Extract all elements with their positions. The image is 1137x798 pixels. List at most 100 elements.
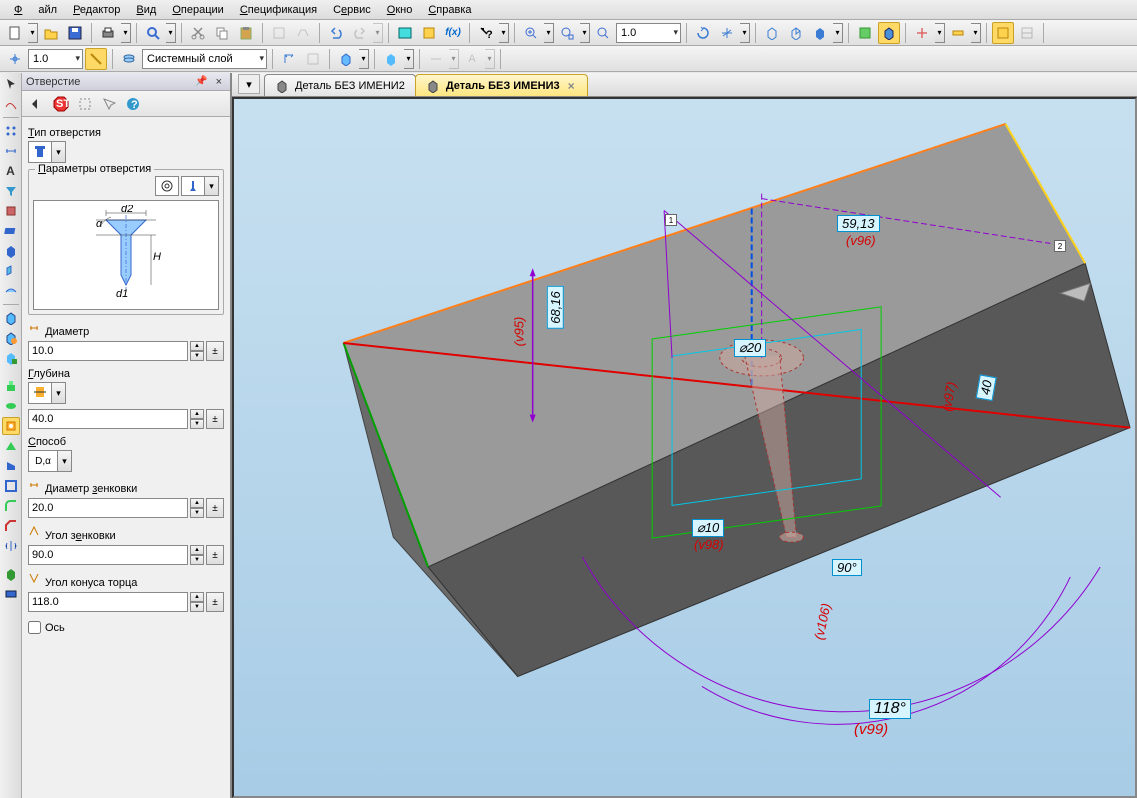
panel-help-button[interactable]: ? xyxy=(122,93,144,115)
csinka-input[interactable] xyxy=(28,545,188,565)
sheet-icon[interactable] xyxy=(2,585,20,603)
text-icon[interactable]: A xyxy=(2,162,20,180)
render-button[interactable] xyxy=(335,48,357,70)
zoom-value-dropdown[interactable]: 1.0 xyxy=(616,23,681,43)
copy-button[interactable] xyxy=(211,22,233,44)
method-selector[interactable]: D,α ▾ xyxy=(28,450,72,472)
help-dropdown[interactable]: ▾ xyxy=(499,23,509,43)
menu-window[interactable]: Окно xyxy=(379,2,421,18)
fillet-icon[interactable] xyxy=(2,497,20,515)
props-button[interactable] xyxy=(268,22,290,44)
param-select-button[interactable]: ▾ xyxy=(181,176,219,196)
geom-icon[interactable] xyxy=(2,122,20,140)
hole-icon[interactable] xyxy=(2,417,20,435)
menu-service[interactable]: Сервис xyxy=(325,2,379,18)
menu-editor[interactable]: Редактор xyxy=(65,2,128,18)
layer-dropdown[interactable]: Системный слой xyxy=(142,49,267,69)
body1-icon[interactable] xyxy=(2,309,20,327)
lcs-button[interactable] xyxy=(278,48,300,70)
cut-button[interactable] xyxy=(187,22,209,44)
menu-view[interactable]: Вид xyxy=(128,2,164,18)
3d-viewport[interactable]: 1 2 59,13 (v96) 68,16 (v95) 40 (v97) ⌀20… xyxy=(232,97,1137,798)
surf-icon[interactable] xyxy=(2,282,20,300)
layer-button[interactable] xyxy=(118,48,140,70)
shaded-dropdown[interactable]: ▾ xyxy=(833,23,843,43)
section-dropdown[interactable]: ▾ xyxy=(935,23,945,43)
preview-button[interactable] xyxy=(142,22,164,44)
print-button[interactable] xyxy=(97,22,119,44)
zoom-prev-button[interactable] xyxy=(592,22,614,44)
csinka-stepper[interactable]: ▲▼ xyxy=(190,545,204,565)
tipa-lock-button[interactable]: ± xyxy=(206,592,224,612)
orient-button[interactable] xyxy=(716,22,738,44)
dimmeas-drop[interactable]: ▾ xyxy=(449,49,459,69)
csinkd-lock-button[interactable]: ± xyxy=(206,498,224,518)
mcs-icon[interactable] xyxy=(2,262,20,280)
revolve-icon[interactable] xyxy=(2,397,20,415)
ortho-button[interactable] xyxy=(4,48,26,70)
box1-button[interactable] xyxy=(380,48,402,70)
tab-part-3[interactable]: Деталь БЕЗ ИМЕНИ3 × xyxy=(415,74,588,96)
render-drop[interactable]: ▾ xyxy=(359,49,369,69)
print-dropdown[interactable]: ▾ xyxy=(121,23,131,43)
new-button[interactable] xyxy=(4,22,26,44)
part-icon[interactable] xyxy=(2,565,20,583)
tipa-input[interactable] xyxy=(28,592,188,612)
measure-button[interactable] xyxy=(947,22,969,44)
snap-button[interactable] xyxy=(85,48,107,70)
measure-dropdown[interactable]: ▾ xyxy=(971,23,981,43)
axis-checkbox[interactable] xyxy=(28,621,41,634)
text-button[interactable]: A xyxy=(461,48,483,70)
save-button[interactable] xyxy=(64,22,86,44)
zoom-window-button[interactable] xyxy=(520,22,542,44)
node-point-1[interactable]: 1 xyxy=(665,214,677,226)
stop-button[interactable]: STOP xyxy=(50,93,72,115)
copyprops-button[interactable] xyxy=(292,22,314,44)
assembly-icon[interactable] xyxy=(2,242,20,260)
zoom-fit-button[interactable] xyxy=(556,22,578,44)
spline-icon[interactable] xyxy=(2,95,20,113)
selobj-button[interactable] xyxy=(98,93,120,115)
preview-dropdown[interactable]: ▾ xyxy=(166,23,176,43)
tab-list-button[interactable]: ▾ xyxy=(238,74,260,94)
menu-file[interactable]: Файл xyxy=(6,2,65,18)
csinkd-input[interactable] xyxy=(28,498,188,518)
refresh-button[interactable] xyxy=(692,22,714,44)
body2-icon[interactable] xyxy=(2,329,20,347)
rebuild-button[interactable] xyxy=(992,22,1014,44)
redo-button[interactable] xyxy=(349,22,371,44)
zoom-window-dropdown[interactable]: ▾ xyxy=(544,23,554,43)
hiddenline-button[interactable] xyxy=(785,22,807,44)
autocreate-button[interactable] xyxy=(74,93,96,115)
diameter-stepper[interactable]: ▲▼ xyxy=(190,341,204,361)
model-button[interactable] xyxy=(1016,22,1038,44)
shell-icon[interactable] xyxy=(2,477,20,495)
shadededges-button[interactable] xyxy=(878,22,900,44)
node-point-2[interactable]: 2 xyxy=(1054,240,1066,252)
paste-button[interactable] xyxy=(235,22,257,44)
text-drop[interactable]: ▾ xyxy=(485,49,495,69)
mirror-icon[interactable] xyxy=(2,537,20,555)
zoom-fit-dropdown[interactable]: ▾ xyxy=(580,23,590,43)
arrow-icon[interactable] xyxy=(2,75,20,93)
manager-button[interactable] xyxy=(394,22,416,44)
wireframe-button[interactable] xyxy=(761,22,783,44)
section-button[interactable] xyxy=(911,22,933,44)
redo-dropdown[interactable]: ▾ xyxy=(373,23,383,43)
depth-stepper[interactable]: ▲▼ xyxy=(190,409,204,429)
csinkd-stepper[interactable]: ▲▼ xyxy=(190,498,204,518)
depth-lock-button[interactable]: ± xyxy=(206,409,224,429)
vars-button[interactable]: f(x) xyxy=(442,22,464,44)
plane-icon[interactable] xyxy=(2,222,20,240)
dimmeas-button[interactable] xyxy=(425,48,447,70)
param-table-button[interactable] xyxy=(155,176,179,196)
rib-icon[interactable] xyxy=(2,437,20,455)
panel-close-icon[interactable]: × xyxy=(212,76,226,88)
lcsmgr-button[interactable] xyxy=(302,48,324,70)
depth-input[interactable] xyxy=(28,409,188,429)
perspective-button[interactable] xyxy=(854,22,876,44)
menu-ops[interactable]: Операции xyxy=(164,2,231,18)
chamfer-icon[interactable] xyxy=(2,517,20,535)
tab-part-2[interactable]: Деталь БЕЗ ИМЕНИ2 xyxy=(264,74,416,96)
diameter-lock-button[interactable]: ± xyxy=(206,341,224,361)
